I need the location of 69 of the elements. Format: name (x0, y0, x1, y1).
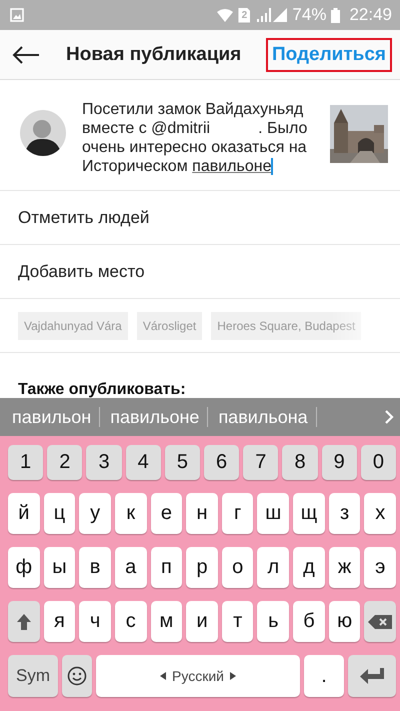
left-arrow-icon (160, 672, 166, 680)
key[interactable]: 2 (47, 445, 82, 480)
key[interactable]: 5 (164, 445, 200, 480)
key[interactable]: н (186, 493, 218, 534)
key[interactable]: б (293, 601, 325, 642)
smiley-icon (67, 666, 87, 686)
clock: 22:49 (349, 5, 392, 25)
key[interactable]: е (150, 493, 182, 534)
key[interactable]: 7 (243, 445, 278, 480)
key[interactable]: 4 (126, 445, 161, 480)
key[interactable]: щ (293, 493, 325, 534)
key[interactable]: ю (328, 601, 360, 642)
space-key[interactable]: Русский (96, 655, 300, 697)
key[interactable]: й (8, 493, 40, 534)
battery-icon (331, 8, 340, 22)
key[interactable]: ч (79, 601, 111, 642)
key[interactable]: р (186, 547, 218, 588)
key[interactable]: д (293, 547, 325, 588)
chevron-right-icon[interactable] (384, 409, 394, 425)
arrow-up-icon (16, 612, 32, 630)
enter-key[interactable] (348, 655, 396, 697)
caption-input[interactable]: Посетили замок Вайдахуньяд вместе с @dmitrii . Было очень интересно оказаться на Историческом павильоне (82, 100, 314, 176)
key[interactable]: э (364, 547, 396, 588)
key[interactable]: 1 (8, 445, 44, 480)
back-arrow-icon[interactable] (12, 44, 40, 64)
shift-key[interactable] (8, 601, 40, 642)
sim-badge: 2 (238, 8, 250, 22)
key[interactable]: г (222, 493, 254, 534)
key[interactable]: ь (257, 601, 290, 642)
key[interactable]: а (114, 547, 147, 588)
key[interactable]: с (114, 601, 147, 642)
key[interactable]: 8 (282, 445, 318, 480)
key[interactable]: х (364, 493, 396, 534)
key[interactable]: 0 (360, 445, 396, 480)
key[interactable]: з (328, 493, 360, 534)
key[interactable]: ш (257, 493, 290, 534)
option-row[interactable]: Отметить людей (0, 191, 400, 245)
key[interactable]: 6 (204, 445, 240, 480)
period-key[interactable]: . (304, 655, 344, 697)
enter-icon (360, 668, 384, 684)
key[interactable]: и (186, 601, 218, 642)
battery-percent: 74% (292, 5, 326, 25)
key[interactable]: к (114, 493, 147, 534)
avatar (20, 110, 66, 156)
key[interactable]: у (79, 493, 111, 534)
backspace-icon (368, 614, 392, 628)
key[interactable]: ц (44, 493, 76, 534)
section-heading: Также опубликовать: (18, 381, 186, 398)
signal-icon (255, 8, 288, 22)
key[interactable]: т (222, 601, 254, 642)
key[interactable]: 3 (86, 445, 122, 480)
key[interactable]: м (150, 601, 182, 642)
key[interactable]: л (257, 547, 290, 588)
key[interactable]: п (150, 547, 182, 588)
key[interactable]: о (222, 547, 254, 588)
key[interactable]: в (79, 547, 111, 588)
key[interactable]: 9 (322, 445, 357, 480)
backspace-key[interactable] (364, 601, 396, 642)
image-icon (10, 8, 24, 22)
key[interactable]: я (44, 601, 76, 642)
emoji-key[interactable] (62, 655, 92, 697)
key[interactable]: ж (328, 547, 360, 588)
option-row[interactable]: Добавить место (0, 245, 400, 299)
wifi-icon (217, 8, 234, 22)
key[interactable]: ы (44, 547, 76, 588)
sym-key[interactable]: Sym (8, 655, 58, 697)
key[interactable]: ф (8, 547, 40, 588)
screen-title: Новая публикация (66, 44, 242, 66)
right-arrow-icon (230, 672, 236, 680)
